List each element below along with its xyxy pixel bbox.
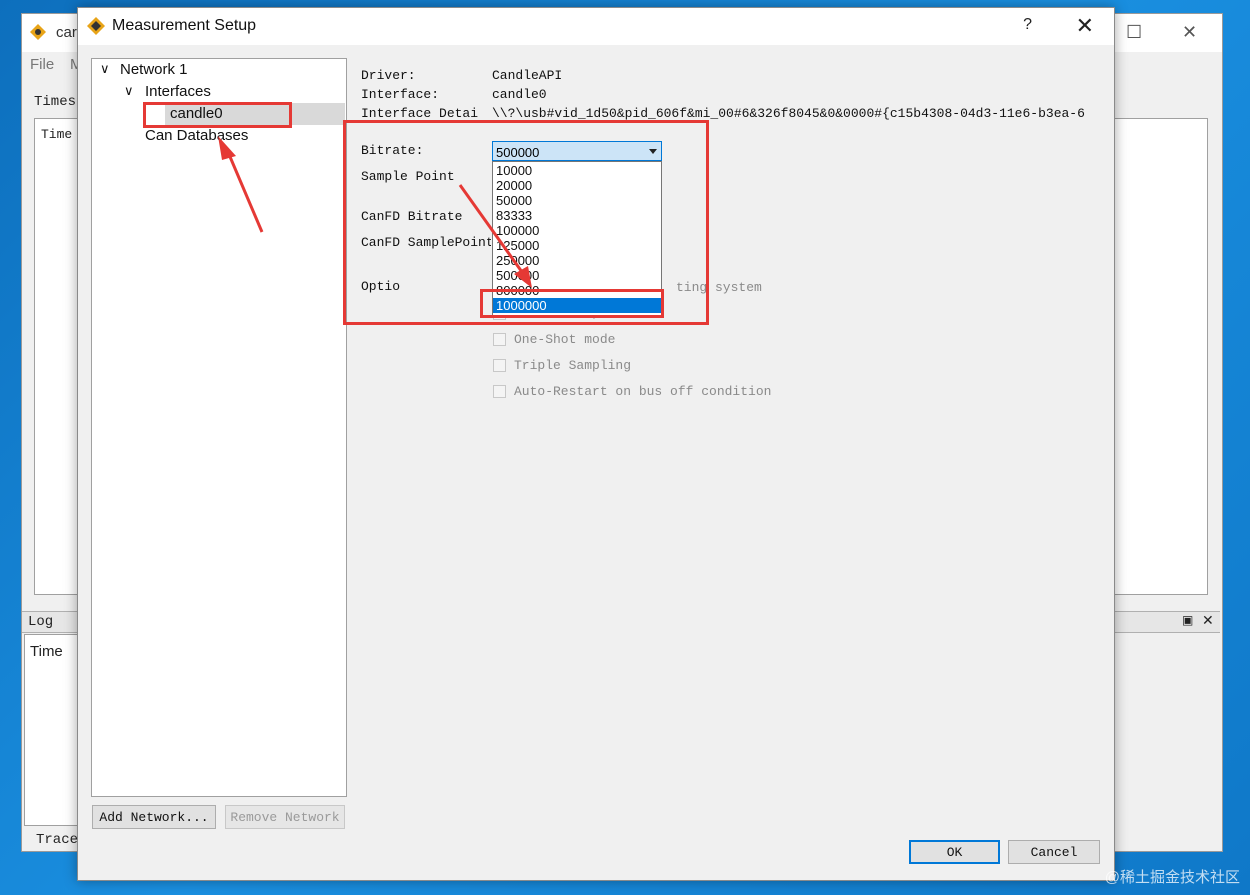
annotation-arrow-line: [458, 184, 524, 273]
watermark-text: @稀土掘金技术社区: [1104, 869, 1240, 886]
annotation-arrow-line: [226, 151, 264, 233]
annotation-arrows: [218, 136, 532, 288]
annotation-arrowhead: [514, 266, 532, 288]
annotation-arrowhead: [218, 136, 236, 160]
